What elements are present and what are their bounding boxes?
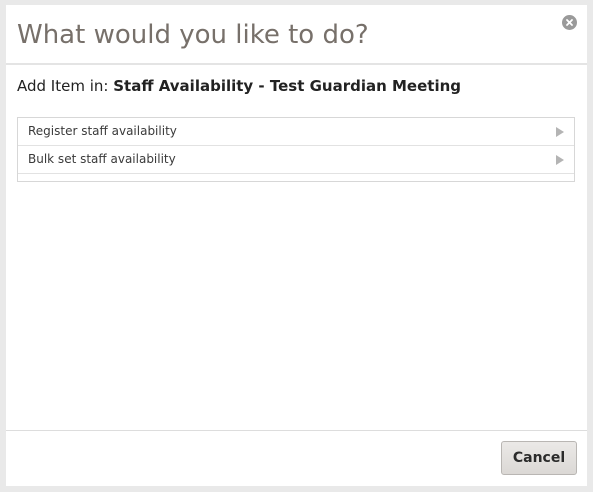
chevron-right-icon xyxy=(556,127,564,137)
dialog: What would you like to do? Add Item in: … xyxy=(6,5,587,486)
dialog-title: What would you like to do? xyxy=(17,20,369,50)
cancel-button[interactable]: Cancel xyxy=(501,441,577,475)
close-icon[interactable] xyxy=(562,15,577,30)
close-icon-glyph xyxy=(566,19,573,26)
list-item-label: Bulk set staff availability xyxy=(28,152,176,166)
bulk-set-staff-availability-item[interactable]: Bulk set staff availability xyxy=(18,146,574,174)
dialog-header: What would you like to do? xyxy=(6,5,587,65)
list-item-label: Register staff availability xyxy=(28,124,177,138)
add-item-context: Add Item in: Staff Availability - Test G… xyxy=(17,75,461,97)
register-staff-availability-item[interactable]: Register staff availability xyxy=(18,118,574,146)
dialog-footer: Cancel xyxy=(6,430,587,487)
context-prefix: Add Item in: xyxy=(17,77,109,95)
action-list: Register staff availability Bulk set sta… xyxy=(17,117,575,182)
context-target-name: Staff Availability - Test Guardian Meeti… xyxy=(113,77,462,95)
chevron-right-icon xyxy=(556,155,564,165)
